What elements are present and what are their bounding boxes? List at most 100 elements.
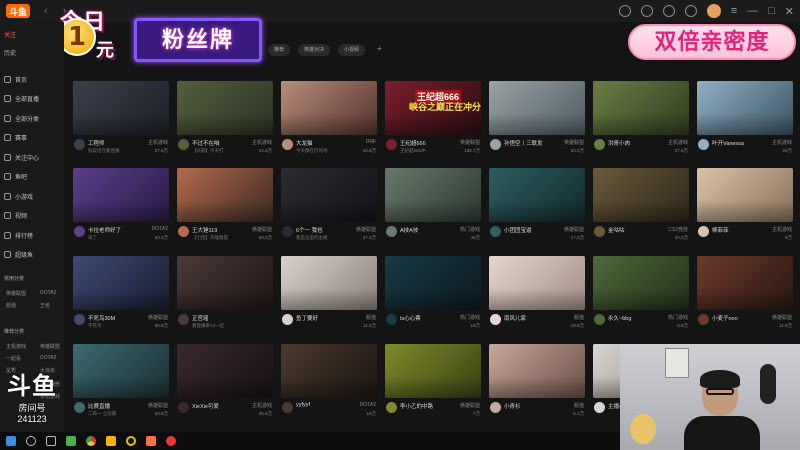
streamer-avatar[interactable] xyxy=(178,314,189,325)
maximize-icon[interactable]: □ xyxy=(768,5,775,17)
double-intimacy-promo[interactable]: 双倍亲密度 xyxy=(628,24,796,60)
heart-icon[interactable] xyxy=(640,5,653,17)
sidebar-sub-item[interactable]: 一起看 xyxy=(6,355,21,362)
sidebar-sub-item[interactable]: 英雄联盟 xyxy=(6,290,26,297)
streamer-name[interactable]: 卡拉老师好了 xyxy=(88,226,136,234)
stream-card[interactable]: 比赛直播 英雄联盟 二哥一 之前都 53.8万 xyxy=(73,344,169,425)
sidebar-item[interactable]: 排行榜 xyxy=(0,228,64,242)
streamer-avatar[interactable] xyxy=(282,139,293,150)
stream-thumbnail[interactable] xyxy=(697,81,793,135)
stream-card[interactable]: 小麦子ooo 英雄联盟 11.9万 xyxy=(697,256,793,337)
streamer-name[interactable]: 比赛直播 xyxy=(88,402,136,410)
streamer-name[interactable]: 工程师 xyxy=(88,139,136,147)
stream-thumbnail[interactable]: 王纪超666 峡谷之巅正在冲分 xyxy=(385,81,481,135)
sidebar-item[interactable]: 全部分类 xyxy=(0,111,64,125)
streamer-avatar[interactable] xyxy=(282,402,293,413)
tab-follow[interactable]: 关注 xyxy=(4,30,16,39)
stream-thumbnail[interactable] xyxy=(281,81,377,135)
minimize-icon[interactable]: — xyxy=(747,5,758,17)
stream-thumbnail[interactable] xyxy=(385,168,481,222)
streamer-name[interactable]: 鱼丁要好 xyxy=(296,314,344,322)
stream-card[interactable]: 南风儿家 颜值 49.8万 xyxy=(489,256,585,337)
sidebar-sub-item[interactable]: 英雄联盟 xyxy=(40,343,60,350)
sidebar-item[interactable]: 全部直播 xyxy=(0,92,64,106)
streamer-name[interactable]: A技A技 xyxy=(400,226,448,234)
message-icon[interactable] xyxy=(684,5,697,17)
stream-thumbnail[interactable] xyxy=(489,81,585,135)
streamer-name[interactable]: 不过不在咱 xyxy=(192,139,240,147)
stream-card[interactable]: 6个一 我也 英雄联盟 我是这里的主播 37.4万 xyxy=(281,168,377,249)
stream-thumbnail[interactable] xyxy=(177,256,273,310)
sidebar-item[interactable]: 鱼吧 xyxy=(0,170,64,184)
streamer-avatar[interactable] xyxy=(490,402,501,413)
sidebar-sub-item[interactable]: DOTA2 xyxy=(40,290,56,296)
streamer-avatar[interactable] xyxy=(698,314,709,325)
fan-badge-promo[interactable]: 今日 1 元 粉丝牌 xyxy=(56,2,266,66)
tab-recommend[interactable]: 推荐 xyxy=(268,44,291,56)
streamer-avatar[interactable] xyxy=(74,402,85,413)
stream-thumbnail[interactable] xyxy=(489,168,585,222)
streamer-avatar[interactable] xyxy=(594,402,605,413)
gift-icon[interactable] xyxy=(662,5,675,17)
user-avatar[interactable] xyxy=(706,4,721,18)
streamer-name[interactable]: 永久~bbg xyxy=(608,314,656,322)
wechat-icon[interactable] xyxy=(66,436,76,446)
streamer-name[interactable]: yyfyyf xyxy=(296,402,344,408)
stream-thumbnail[interactable] xyxy=(73,256,169,310)
sidebar-item[interactable]: 视频 xyxy=(0,209,64,223)
sidebar-item[interactable]: 关注中心 xyxy=(0,150,64,164)
stream-card[interactable]: XieXie可爱 主机游戏 25.6万 xyxy=(177,344,273,425)
stream-thumbnail[interactable] xyxy=(281,344,377,398)
stream-thumbnail[interactable] xyxy=(281,168,377,222)
streamer-name[interactable]: XieXie可爱 xyxy=(192,402,240,410)
stream-thumbnail[interactable] xyxy=(385,344,481,398)
stream-thumbnail[interactable] xyxy=(177,81,273,135)
streamer-avatar[interactable] xyxy=(74,139,85,150)
streamer-name[interactable]: 小青衫 xyxy=(504,402,552,410)
stream-card[interactable]: 正宫瑶 看直播来10一起 xyxy=(177,256,273,337)
streamer-name[interactable]: 南风儿家 xyxy=(504,314,552,322)
streamer-name[interactable]: 金咕咕 xyxy=(608,226,656,234)
stream-card[interactable]: 永久~bbg 热门游戏 8.8万 xyxy=(593,256,689,337)
streamer-name[interactable]: 王纪超666 xyxy=(400,139,448,147)
streamer-name[interactable]: ts心心票 xyxy=(400,314,448,322)
close-icon[interactable]: ✕ xyxy=(785,5,794,18)
streamer-avatar[interactable] xyxy=(594,226,605,237)
streamer-name[interactable]: 小麦子ooo xyxy=(712,314,760,322)
streamer-name[interactable]: 大龙猫 xyxy=(296,139,344,147)
clock-icon[interactable] xyxy=(618,5,631,17)
stream-card[interactable]: 卡拉老师好了 DOTA2 来了 83.4万 xyxy=(73,168,169,249)
stream-thumbnail[interactable] xyxy=(385,256,481,310)
tab-hero-battle[interactable]: 英雄对决 xyxy=(298,44,331,56)
streamer-avatar[interactable] xyxy=(490,226,501,237)
stream-card[interactable]: 金咕咕 CS2竞技 20.3万 xyxy=(593,168,689,249)
stream-thumbnail[interactable] xyxy=(73,344,169,398)
stream-thumbnail[interactable] xyxy=(697,168,793,222)
streamer-avatar[interactable] xyxy=(74,314,85,325)
search-icon[interactable] xyxy=(26,436,36,446)
stream-thumbnail[interactable] xyxy=(489,344,585,398)
stream-thumbnail[interactable] xyxy=(177,168,273,222)
streamer-avatar[interactable] xyxy=(386,314,397,325)
streamer-name[interactable]: 6个一 我也 xyxy=(296,226,344,234)
streamer-name[interactable]: 正宫瑶 xyxy=(192,314,240,322)
streamer-name[interactable]: 叶开Vanessa xyxy=(712,139,760,147)
stream-card[interactable]: 洪哥小肉 主机游戏 27.5万 xyxy=(593,81,689,162)
stream-thumbnail[interactable] xyxy=(593,81,689,135)
sidebar-item[interactable]: 超级鱼 xyxy=(0,248,64,262)
app-icon[interactable] xyxy=(126,436,136,446)
douyu-logo[interactable]: 斗鱼 xyxy=(6,4,30,18)
stream-card[interactable]: A技A技 热门游戏 46万 xyxy=(385,168,481,249)
stream-card[interactable]: 不过不在咱 主机游戏 【长期】今天打 24.3万 xyxy=(177,81,273,162)
task-view-icon[interactable] xyxy=(46,436,56,446)
stream-card[interactable]: 不死鸟30M 英雄联盟 不死鸟 86.8万 xyxy=(73,256,169,337)
weibo-icon[interactable] xyxy=(166,436,176,446)
streamer-avatar[interactable] xyxy=(490,139,501,150)
streamer-avatar[interactable] xyxy=(698,139,709,150)
menu-icon[interactable]: ≡ xyxy=(731,5,737,17)
sidebar-sub-item[interactable]: 王者 xyxy=(40,302,50,309)
streamer-avatar[interactable] xyxy=(178,402,189,413)
stream-thumbnail[interactable] xyxy=(593,256,689,310)
folder-icon[interactable] xyxy=(106,436,116,446)
stream-thumbnail[interactable] xyxy=(593,168,689,222)
